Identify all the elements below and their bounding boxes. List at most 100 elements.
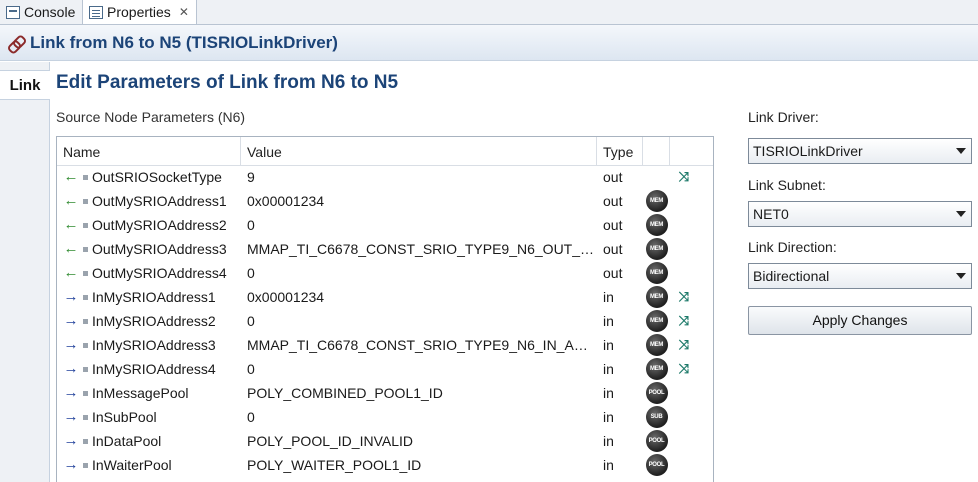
- parameter-type: in: [603, 313, 614, 329]
- parameter-value[interactable]: MMAP_TI_C6678_CONST_SRIO_TYPE9_N6_IN_ADD…: [247, 333, 595, 357]
- cell-link: [670, 381, 698, 405]
- link-subnet-select[interactable]: NET0: [748, 201, 972, 227]
- parameter-name: InMySRIOAddress3: [92, 337, 216, 353]
- parameter-value[interactable]: 0: [247, 357, 595, 381]
- cell-name: → InMySRIOAddress4: [61, 357, 241, 381]
- cell-badge: SUB: [643, 405, 670, 429]
- table-row[interactable]: → InMessagePool POLY_COMBINED_POOL1_ID i…: [57, 381, 713, 405]
- parameter-type: in: [603, 409, 614, 425]
- side-tab-column: Link: [0, 62, 50, 482]
- side-tab-link[interactable]: Link: [0, 70, 50, 100]
- table-row[interactable]: → InMySRIOAddress4 0 in MEM ⤨: [57, 357, 713, 381]
- linked-connection-icon: ⤨: [678, 361, 690, 376]
- parameter-icon: [83, 462, 88, 468]
- column-header-name[interactable]: Name: [57, 137, 241, 165]
- cell-name: → InMySRIOAddress3: [61, 333, 241, 357]
- parameter-value[interactable]: POLY_COMBINED_POOL1_ID: [247, 381, 595, 405]
- arrow-right-in-icon: →: [63, 360, 79, 377]
- table-row[interactable]: ← OutMySRIOAddress4 0 out MEM: [57, 261, 713, 285]
- column-header-value[interactable]: Value: [241, 137, 597, 165]
- table-row[interactable]: ← OutSRIOSocketType 9 out ⤨: [57, 165, 713, 189]
- table-row[interactable]: → InMySRIOAddress1 0x00001234 in MEM ⤨: [57, 285, 713, 309]
- arrow-left-out-icon: ←: [63, 240, 79, 257]
- view-tab-bar: Console Properties ✕: [0, 0, 978, 25]
- parameter-name: OutMySRIOAddress4: [92, 265, 227, 281]
- parameter-icon: [83, 222, 88, 228]
- table-row[interactable]: ← OutMySRIOAddress3 MMAP_TI_C6678_CONST_…: [57, 237, 713, 261]
- arrow-right-in-icon: →: [63, 312, 79, 329]
- parameter-type: in: [603, 385, 614, 401]
- arrow-left-out-icon: ←: [63, 192, 79, 209]
- link-subnet-value: NET0: [753, 206, 789, 222]
- parameter-value[interactable]: 0: [247, 261, 595, 285]
- tab-console[interactable]: Console: [0, 0, 82, 24]
- column-header-badge[interactable]: [643, 137, 670, 165]
- cell-name: ← OutMySRIOAddress2: [61, 213, 241, 237]
- parameter-icon: [83, 414, 88, 420]
- cell-badge: MEM: [643, 285, 670, 309]
- parameter-icon: [83, 174, 88, 180]
- mem-badge-icon: MEM: [645, 286, 668, 308]
- properties-header: Link from N6 to N5 (TISRIOLinkDriver): [0, 25, 978, 61]
- table-row[interactable]: ← OutMySRIOAddress1 0x00001234 out MEM: [57, 189, 713, 213]
- table-row[interactable]: → InDataPool POLY_POOL_ID_INVALID in POO…: [57, 429, 713, 453]
- linked-connection-icon: ⤨: [678, 337, 690, 352]
- console-icon: [6, 5, 20, 19]
- table-row[interactable]: → InMySRIOAddress2 0 in MEM ⤨: [57, 309, 713, 333]
- cell-name: → InDataPool: [61, 429, 241, 453]
- table-body: ← OutSRIOSocketType 9 out ⤨ ← OutMySRIOA…: [57, 165, 713, 477]
- pool-badge-icon: POOL: [645, 454, 668, 476]
- table-row[interactable]: → InMySRIOAddress3 MMAP_TI_C6678_CONST_S…: [57, 333, 713, 357]
- tab-console-label: Console: [24, 4, 76, 20]
- cell-badge: POOL: [643, 381, 670, 405]
- parameter-value[interactable]: 9: [247, 165, 595, 189]
- parameter-icon: [83, 366, 88, 372]
- parameter-name: InMySRIOAddress4: [92, 361, 216, 377]
- parameter-value[interactable]: 0: [247, 405, 595, 429]
- parameter-value[interactable]: POLY_POOL_ID_INVALID: [247, 429, 595, 453]
- parameter-value[interactable]: 0x00001234: [247, 285, 595, 309]
- parameter-name: InMessagePool: [92, 385, 189, 401]
- column-header-link[interactable]: [670, 137, 713, 165]
- parameter-value[interactable]: 0x00001234: [247, 189, 595, 213]
- link-direction-select[interactable]: Bidirectional: [748, 263, 972, 289]
- parameter-value[interactable]: POLY_WAITER_POOL1_ID: [247, 453, 595, 477]
- linked-connection-icon: ⤨: [678, 289, 690, 304]
- properties-icon: [89, 5, 103, 19]
- page-title: Edit Parameters of Link from N6 to N5: [56, 72, 399, 93]
- parameter-name: OutMySRIOAddress2: [92, 217, 227, 233]
- column-header-type[interactable]: Type: [597, 137, 643, 165]
- parameter-value[interactable]: 0: [247, 309, 595, 333]
- parameter-icon: [83, 198, 88, 204]
- cell-badge: MEM: [643, 357, 670, 381]
- cell-link: ⤨: [670, 333, 698, 357]
- close-icon[interactable]: ✕: [179, 5, 189, 19]
- cell-name: → InWaiterPool: [61, 453, 241, 477]
- cell-name: → InSubPool: [61, 405, 241, 429]
- cell-badge: [643, 165, 670, 189]
- linked-connection-icon: ⤨: [678, 313, 690, 328]
- tab-properties[interactable]: Properties ✕: [82, 0, 197, 24]
- parameter-name: OutMySRIOAddress1: [92, 193, 227, 209]
- table-row[interactable]: ← OutMySRIOAddress2 0 out MEM: [57, 213, 713, 237]
- arrow-left-out-icon: ←: [63, 264, 79, 281]
- mem-badge-icon: MEM: [645, 358, 668, 380]
- cell-badge: MEM: [643, 309, 670, 333]
- table-row[interactable]: → InWaiterPool POLY_WAITER_POOL1_ID in P…: [57, 453, 713, 477]
- cell-link: ⤨: [670, 309, 698, 333]
- parameter-value[interactable]: MMAP_TI_C6678_CONST_SRIO_TYPE9_N6_OUT_AD…: [247, 237, 595, 261]
- table-row[interactable]: → InSubPool 0 in SUB: [57, 405, 713, 429]
- link-driver-select[interactable]: TISRIOLinkDriver: [748, 138, 972, 164]
- parameter-type: out: [603, 241, 623, 257]
- cell-name: ← OutSRIOSocketType: [61, 165, 241, 189]
- parameter-value[interactable]: 0: [247, 213, 595, 237]
- parameter-name: InDataPool: [92, 433, 162, 449]
- cell-link: [670, 237, 698, 261]
- parameter-name: InMySRIOAddress1: [92, 289, 216, 305]
- parameter-icon: [83, 438, 88, 444]
- sub-badge-icon: SUB: [645, 406, 668, 428]
- apply-changes-button[interactable]: Apply Changes: [748, 306, 972, 335]
- cell-badge: POOL: [643, 429, 670, 453]
- chevron-down-icon: [956, 211, 966, 217]
- parameter-name: OutSRIOSocketType: [92, 169, 222, 185]
